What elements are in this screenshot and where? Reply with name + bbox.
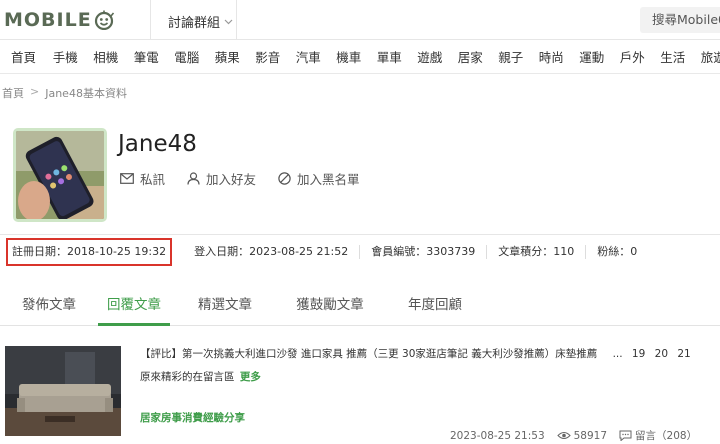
nav-item[interactable]: 筆電 [126, 47, 167, 66]
blacklist-button[interactable]: 加入黑名單 [278, 169, 360, 188]
article-meta: 2023-08-25 21:53 58917 留言（208） [450, 428, 697, 443]
nav-item[interactable]: 遊戲 [410, 47, 451, 66]
logo-face-icon [94, 10, 114, 30]
comments-count[interactable]: 留言（208） [619, 428, 697, 443]
message-button[interactable]: 私訊 [120, 169, 165, 188]
header-divider [150, 0, 151, 40]
category-nav: 首頁 手機 相機 筆電 電腦 蘋果 影音 汽車 機車 單車 遊戲 居家 親子 時尚 運動 戶外 生活 旅遊 [0, 40, 720, 74]
comment-icon [619, 430, 632, 441]
breadcrumb-home[interactable]: 首頁 [2, 85, 24, 101]
nav-item[interactable]: 戶外 [612, 47, 653, 66]
message-label: 私訊 [140, 172, 166, 187]
article-thumbnail[interactable] [5, 346, 121, 436]
breadcrumb: 首頁 > Jane48基本資料 [2, 85, 127, 101]
tab-posts[interactable]: 發佈文章 [0, 286, 98, 326]
nav-item[interactable]: 蘋果 [207, 47, 248, 66]
article-score: 文章積分：110 [487, 245, 587, 259]
member-stats: 註冊日期：2018-10-25 19:32 登入日期：2023-08-25 21… [6, 238, 648, 266]
nav-item[interactable]: 手機 [45, 47, 86, 66]
page-link[interactable]: 20 [655, 348, 668, 360]
article-title[interactable]: 【評比】第一次挑義大利進口沙發 進口家具 推薦（三更 30家逛店筆記 義大利沙發… [140, 346, 691, 361]
tab-replies[interactable]: 回覆文章 [98, 286, 170, 326]
stats-divider [0, 234, 720, 235]
article-excerpt: 原來精彩的在留言區 更多 [140, 369, 261, 384]
nav-item[interactable]: 旅遊 [693, 47, 720, 66]
nav-item[interactable]: 機車 [329, 47, 370, 66]
forum-groups-label: 討論群組 [168, 16, 221, 31]
logo-text: MOBILE [4, 9, 92, 31]
nav-item[interactable]: 居家 [450, 47, 491, 66]
user-icon [187, 172, 200, 185]
nav-item[interactable]: 首頁 [0, 47, 45, 66]
sofa-image [5, 346, 121, 436]
views-value: 58917 [573, 429, 608, 442]
more-link[interactable]: 更多 [240, 371, 261, 383]
nav-item[interactable]: 運動 [572, 47, 613, 66]
article-pages: ... 19 20 21 [607, 348, 691, 360]
article-datetime: 2023-08-25 21:53 [450, 429, 545, 442]
comments-value: 留言（208） [635, 430, 698, 442]
nav-item[interactable]: 相機 [86, 47, 127, 66]
top-header: MOBILE 討論群組 搜尋Mobile01 [0, 0, 720, 40]
profile-actions: 私訊 加入好友 加入黑名單 [120, 169, 360, 188]
search-input[interactable]: 搜尋Mobile01 [640, 7, 720, 33]
eye-icon [556, 432, 571, 439]
login-date: 登入日期：2023-08-25 21:52 [183, 245, 361, 259]
article-title-text[interactable]: 【評比】第一次挑義大利進口沙發 進口家具 推薦（三更 30家逛店筆記 義大利沙發… [140, 348, 597, 360]
member-id: 會員編號：3303739 [360, 245, 488, 259]
excerpt-text: 原來精彩的在留言區 [140, 371, 235, 383]
avatar-image [16, 131, 104, 219]
chevron-down-icon [224, 19, 233, 24]
profile-tabs: 發佈文章 回覆文章 精選文章 獲鼓勵文章 年度回顧 [0, 286, 720, 326]
nav-item[interactable]: 汽車 [288, 47, 329, 66]
blacklist-label: 加入黑名單 [297, 172, 360, 187]
page-link[interactable]: 21 [677, 348, 690, 360]
forum-groups-menu[interactable]: 討論群組 [168, 12, 233, 31]
header-divider [236, 0, 237, 40]
nav-item[interactable]: 電腦 [167, 47, 208, 66]
username: Jane48 [118, 131, 197, 157]
page-link[interactable]: 19 [632, 348, 645, 360]
article-category[interactable]: 居家房事消費經驗分享 [140, 410, 245, 425]
nav-item[interactable]: 時尚 [531, 47, 572, 66]
site-logo[interactable]: MOBILE [4, 6, 114, 34]
nav-item[interactable]: 影音 [248, 47, 289, 66]
breadcrumb-current: Jane48基本資料 [45, 87, 127, 100]
breadcrumb-separator: > [30, 85, 40, 98]
tab-yearly[interactable]: 年度回顧 [380, 286, 490, 326]
nav-item[interactable]: 親子 [491, 47, 532, 66]
add-friend-button[interactable]: 加入好友 [187, 169, 256, 188]
avatar [13, 128, 107, 222]
envelope-icon [120, 173, 134, 184]
tab-featured[interactable]: 精選文章 [170, 286, 280, 326]
views-count: 58917 [556, 429, 608, 442]
add-friend-label: 加入好友 [206, 172, 257, 187]
fans-count: 粉絲：0 [597, 245, 638, 258]
nav-item[interactable]: 單車 [369, 47, 410, 66]
pages-ellipsis: ... [612, 348, 623, 360]
block-icon [278, 172, 291, 185]
register-date: 註冊日期：2018-10-25 19:32 [6, 238, 173, 266]
nav-item[interactable]: 生活 [653, 47, 694, 66]
tab-rewarded[interactable]: 獲鼓勵文章 [280, 286, 380, 326]
